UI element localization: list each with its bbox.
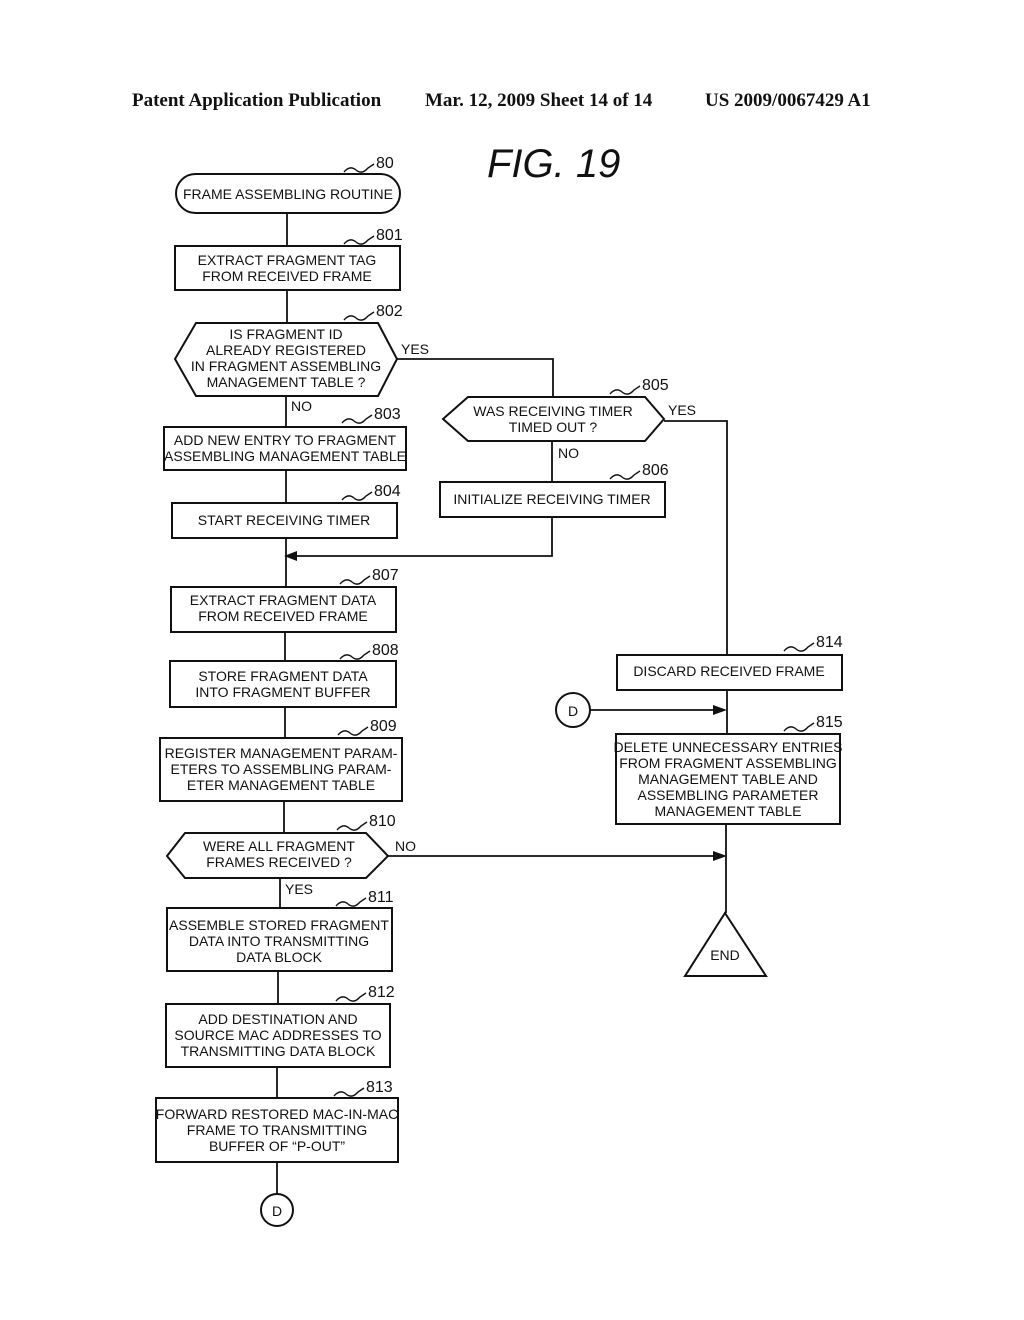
n802-line: IN FRAGMENT ASSEMBLING	[191, 358, 381, 374]
n813-leader-squiggle	[333, 1087, 365, 1097]
n804-ref-numeral: 804	[374, 483, 401, 500]
n814-leader-squiggle	[783, 642, 815, 652]
n803-leader-squiggle	[341, 414, 373, 424]
n812-line: SOURCE MAC ADDRESSES TO	[174, 1027, 381, 1043]
n801-text: EXTRACT FRAGMENT TAG FROM RECEIVED FRAME	[198, 252, 377, 284]
arrowhead-connector-815	[713, 705, 727, 715]
end-text: END	[710, 947, 740, 963]
n811-line: DATA BLOCK	[236, 949, 323, 965]
n812-leader-squiggle	[335, 992, 367, 1002]
n807-ref-numeral: 807	[372, 567, 399, 584]
n815-line: DELETE UNNECESSARY ENTRIES	[614, 739, 843, 755]
n806-text: INITIALIZE RECEIVING TIMER	[453, 491, 650, 507]
n814-line: DISCARD RECEIVED FRAME	[633, 663, 824, 679]
n808-line: INTO FRAGMENT BUFFER	[195, 684, 370, 700]
arrowhead-810-end	[713, 851, 727, 861]
n810-line: FRAMES RECEIVED ?	[206, 854, 352, 870]
flowchart: FRAME ASSEMBLING ROUTINE EXTRACT FRAGMENT…	[155, 155, 843, 1227]
n801-line: EXTRACT FRAGMENT TAG	[198, 252, 377, 268]
n804-text: START RECEIVING TIMER	[198, 512, 370, 528]
reference-numerals: 80 801 802 803 804 805 806 807 808 809 810 811 812 81…	[333, 155, 843, 1097]
n812-text: ADD DESTINATION AND SOURCE MAC ADDRESSES …	[174, 1011, 381, 1059]
n811-leader-squiggle	[335, 897, 367, 907]
n810-ref-numeral: 810	[369, 813, 396, 830]
n811-line: DATA INTO TRANSMITTING	[189, 933, 369, 949]
n809-text: REGISTER MANAGEMENT PARAM-ETERS TO ASSEM…	[165, 745, 398, 793]
n804-leader-squiggle	[341, 491, 373, 501]
n815-ref-numeral: 815	[816, 714, 843, 731]
n807-leader-squiggle	[339, 575, 371, 585]
n805-leader-squiggle	[609, 385, 641, 395]
edge-802-805-yes	[397, 358, 554, 397]
n807-line: EXTRACT FRAGMENT DATA	[190, 592, 377, 608]
n814-text: DISCARD RECEIVED FRAME	[633, 663, 824, 679]
n805-line: TIMED OUT ?	[509, 419, 598, 435]
n80-line: FRAME ASSEMBLING ROUTINE	[183, 186, 393, 202]
n809-line: REGISTER MANAGEMENT PARAM-	[165, 745, 398, 761]
connD_out-text: D	[272, 1203, 282, 1219]
label-802-yes: YES	[401, 341, 429, 357]
n814-ref-numeral: 814	[816, 634, 843, 651]
n809-line: ETERS TO ASSEMBLING PARAM-	[171, 761, 392, 777]
n801-leader-squiggle	[343, 235, 375, 245]
n80-ref-numeral: 80	[376, 155, 394, 172]
connD_out-line: D	[272, 1203, 282, 1219]
n805-line: WAS RECEIVING TIMER	[473, 403, 632, 419]
connD_in-text: D	[568, 703, 578, 719]
n804-line: START RECEIVING TIMER	[198, 512, 370, 528]
n810-line: WERE ALL FRAGMENT	[203, 838, 355, 854]
n811-line: ASSEMBLE STORED FRAGMENT	[169, 917, 389, 933]
n806-line: INITIALIZE RECEIVING TIMER	[453, 491, 650, 507]
n808-leader-squiggle	[339, 650, 371, 660]
n815-line: ASSEMBLING PARAMETER	[637, 787, 818, 803]
n815-line: MANAGEMENT TABLE	[654, 803, 801, 819]
n815-leader-squiggle	[783, 722, 815, 732]
label-805-yes: YES	[668, 402, 696, 418]
n811-ref-numeral: 811	[368, 889, 394, 906]
n812-ref-numeral: 812	[368, 984, 395, 1001]
end-terminal	[683, 911, 768, 977]
n809-leader-squiggle	[337, 726, 369, 736]
n810-leader-squiggle	[336, 821, 368, 831]
n808-text: STORE FRAGMENT DATA INTO FRAGMENT BUFFER	[195, 668, 370, 700]
n803-ref-numeral: 803	[374, 406, 401, 423]
n812-line: TRANSMITTING DATA BLOCK	[181, 1043, 376, 1059]
n802-ref-numeral: 802	[376, 303, 403, 320]
n802-leader-squiggle	[343, 311, 375, 321]
n806-ref-numeral: 806	[642, 462, 669, 479]
n813-line: FORWARD RESTORED MAC-IN-MAC	[156, 1106, 398, 1122]
n812-line: ADD DESTINATION AND	[198, 1011, 357, 1027]
n805-ref-numeral: 805	[642, 377, 669, 394]
n80-leader-squiggle	[343, 163, 375, 173]
n806-leader-squiggle	[609, 470, 641, 480]
label-802-no: NO	[291, 398, 312, 414]
n808-ref-numeral: 808	[372, 642, 399, 659]
n802-line: MANAGEMENT TABLE ?	[207, 374, 366, 390]
label-810-no: NO	[395, 838, 416, 854]
n813-line: BUFFER OF “P-OUT”	[209, 1138, 345, 1154]
end-line: END	[710, 947, 740, 963]
n801-ref-numeral: 801	[376, 227, 403, 244]
n80-text: FRAME ASSEMBLING ROUTINE	[183, 186, 393, 202]
edge-805-814-yes	[664, 420, 728, 655]
label-805-no: NO	[558, 445, 579, 461]
label-810-yes: YES	[285, 881, 313, 897]
n801-line: FROM RECEIVED FRAME	[202, 268, 372, 284]
n802-line: ALREADY REGISTERED	[206, 342, 366, 358]
n808-line: STORE FRAGMENT DATA	[198, 668, 368, 684]
n815-line: FROM FRAGMENT ASSEMBLING	[619, 755, 837, 771]
n813-line: FRAME TO TRANSMITTING	[187, 1122, 367, 1138]
n803-line: ADD NEW ENTRY TO FRAGMENT	[174, 432, 397, 448]
connD_in-line: D	[568, 703, 578, 719]
n803-text: ADD NEW ENTRY TO FRAGMENT ASSEMBLING MANA…	[164, 432, 406, 464]
n803-line: ASSEMBLING MANAGEMENT TABLE	[164, 448, 406, 464]
n813-ref-numeral: 813	[366, 1079, 393, 1096]
n815-line: MANAGEMENT TABLE AND	[638, 771, 818, 787]
n807-text: EXTRACT FRAGMENT DATA FROM RECEIVED FRAME	[190, 592, 377, 624]
n802-line: IS FRAGMENT ID	[229, 326, 342, 342]
n807-line: FROM RECEIVED FRAME	[198, 608, 368, 624]
n810-text: WERE ALL FRAGMENT FRAMES RECEIVED ?	[203, 838, 355, 870]
n809-line: ETER MANAGEMENT TABLE	[187, 777, 375, 793]
n809-ref-numeral: 809	[370, 718, 397, 735]
